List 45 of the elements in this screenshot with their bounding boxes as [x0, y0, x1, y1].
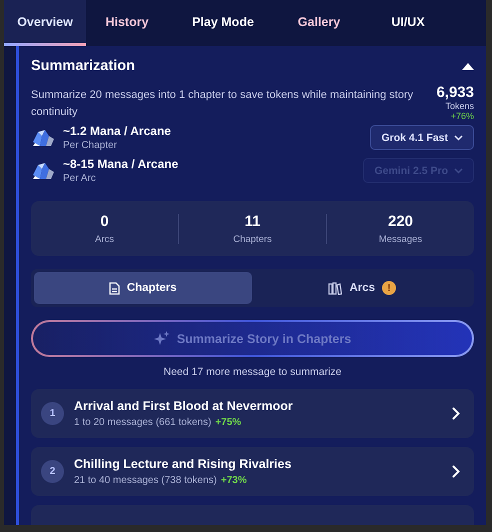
mana-cost: ~1.2 Mana / Arcane	[63, 124, 172, 138]
token-savings: +75%	[215, 417, 242, 428]
token-savings: +73%	[220, 475, 247, 486]
section-title: Summarization	[31, 58, 135, 74]
hint-text: Need 17 more message to summarize	[162, 366, 342, 378]
mana-cost: ~8-15 Mana / Arcane	[63, 157, 180, 171]
stat-label: Chapters	[233, 234, 272, 244]
chapter-range: 1 to 20 messages (661 tokens)	[74, 417, 212, 428]
tab[interactable]: History	[86, 0, 168, 46]
chevron-right-icon	[452, 465, 460, 478]
chevron-down-icon	[454, 134, 463, 140]
collapse-caret-icon[interactable]	[462, 62, 474, 70]
stat-value: 220	[388, 212, 414, 230]
crystal-icon	[31, 128, 55, 148]
chevron-right-icon	[452, 407, 460, 420]
tab[interactable]: UI/UX	[360, 0, 456, 46]
view-tab[interactable]: Chapters	[34, 272, 252, 304]
token-count: 6,933	[436, 84, 474, 101]
crystal-icon	[31, 160, 55, 180]
cost-unit: Per Chapter	[63, 140, 118, 151]
tab[interactable]: Play Mode	[168, 0, 278, 46]
view-tab[interactable]: Arcs !	[254, 272, 471, 304]
cost-unit: Per Arc	[63, 173, 97, 184]
token-change: +76%	[450, 111, 474, 121]
chapter-card[interactable]: 1 Arrival and First Blood at Nevermoor 1 to 20 messages (661 tokens) +75%	[31, 389, 474, 438]
tab[interactable]: Overview	[4, 0, 86, 46]
tab[interactable]: Gallery	[278, 0, 360, 46]
document-icon	[108, 282, 120, 294]
warning-badge: !	[382, 281, 396, 295]
token-label: Tokens	[445, 101, 474, 111]
chevron-down-icon	[454, 168, 463, 174]
stat-label: Messages	[378, 234, 422, 244]
chapter-title: Arrival and First Blood at Nevermoor	[74, 399, 294, 413]
chapter-card[interactable]: 2 Chilling Lecture and Rising Rivalries 21 to 40 messages (738 tokens) +73%	[31, 447, 474, 496]
books-icon	[328, 282, 342, 294]
description-text: Summarize 20 messages into 1 chapter to save tokens while maintaining story continuity	[31, 88, 414, 120]
chapter-title: Chilling Lecture and Rising Rivalries	[74, 457, 292, 471]
stat-value: 11	[244, 212, 260, 230]
stat-value: 0	[100, 212, 109, 230]
model-dropdown[interactable]: Grok 4.1 Fast	[370, 125, 474, 150]
chapter-number: 2	[41, 460, 64, 483]
chapter-number: 1	[41, 402, 64, 425]
stat-label: Arcs	[95, 234, 114, 244]
sparkle-icon	[154, 330, 170, 346]
chapter-range: 21 to 40 messages (738 tokens)	[74, 475, 217, 486]
